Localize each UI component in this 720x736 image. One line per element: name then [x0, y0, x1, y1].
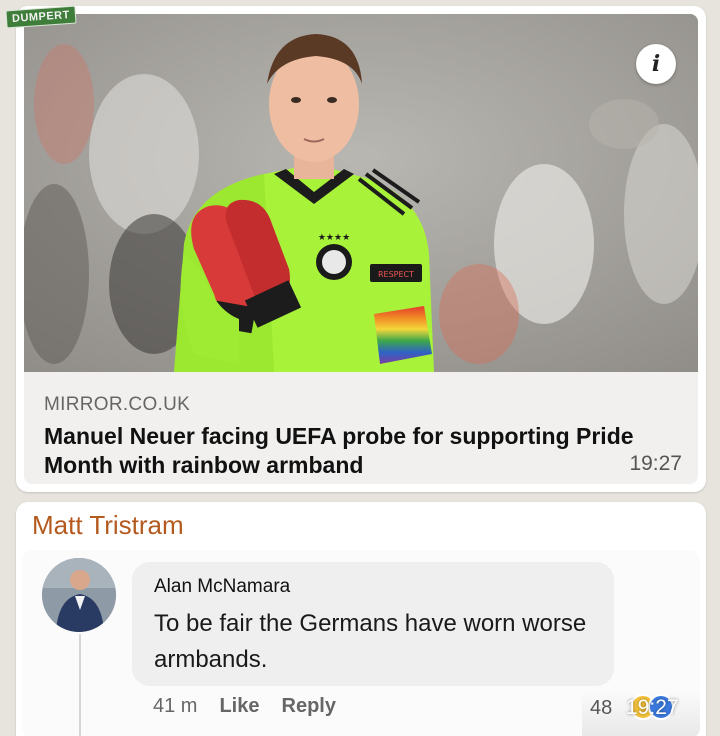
comment-age: 41 m: [153, 695, 198, 717]
message-timestamp: 19:27: [626, 696, 679, 719]
like-link: Like: [219, 695, 260, 717]
link-preview-details[interactable]: MIRROR.CO.UK Manuel Neuer facing UEFA pr…: [24, 372, 698, 484]
comment-text: To be fair the Germans have worn worse a…: [154, 610, 587, 673]
preview-image[interactable]: ★★★★ RESPECT i: [24, 14, 698, 372]
commenter-name: Alan McNamara: [154, 576, 291, 597]
comment-bubble: Alan McNamara To be fair the Germans hav…: [132, 562, 614, 686]
respect-patch-text: RESPECT: [378, 270, 414, 279]
reaction-count: 48: [590, 697, 613, 719]
message-timestamp: 19:27: [629, 452, 682, 475]
link-title[interactable]: Manuel Neuer facing UEFA probe for suppo…: [44, 422, 644, 480]
comment-screenshot[interactable]: Alan McNamara To be fair the Germans hav…: [22, 550, 700, 736]
info-icon[interactable]: i: [636, 44, 676, 84]
sender-name[interactable]: Matt Tristram: [32, 510, 184, 541]
link-preview-message[interactable]: ★★★★ RESPECT i MIRROR.CO.UK Manuel Neuer…: [16, 6, 706, 492]
link-source: MIRROR.CO.UK: [44, 394, 191, 415]
comment-actions: 41 m Like Reply: [153, 695, 336, 718]
image-message[interactable]: Matt Tristram Alan McNamara To be fair t…: [16, 502, 706, 736]
svg-text:★★★★: ★★★★: [318, 233, 350, 243]
reply-link: Reply: [281, 695, 336, 717]
thread-line: [79, 634, 81, 736]
avatar: [42, 558, 116, 632]
goalkeeper-photo: ★★★★ RESPECT: [24, 14, 698, 372]
